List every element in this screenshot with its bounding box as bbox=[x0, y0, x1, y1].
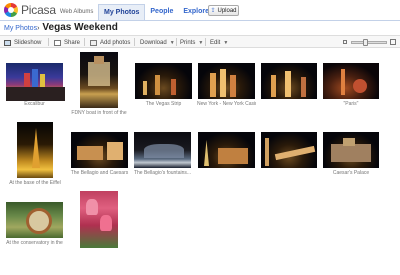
app-header: Picasa Web Albums My Photos People Explo… bbox=[0, 0, 400, 20]
caret-down-icon: ▼ bbox=[198, 39, 204, 46]
toolbar-divider bbox=[176, 38, 177, 46]
photo-image bbox=[5, 201, 64, 239]
photo-image bbox=[16, 121, 54, 179]
photo-image bbox=[322, 131, 380, 169]
photo-thumbnail[interactable]: The Bellagio and Caesars bbox=[70, 131, 129, 176]
album-title: Vegas Weekend bbox=[42, 22, 118, 33]
upload-icon: ⇪ bbox=[210, 8, 216, 14]
add-photos-button[interactable]: Add photos bbox=[90, 38, 130, 47]
breadcrumb-my-photos[interactable]: My Photos bbox=[4, 25, 37, 32]
photo-image bbox=[5, 62, 65, 101]
tab-people[interactable]: People bbox=[145, 4, 178, 20]
photo-image bbox=[133, 131, 192, 169]
logo-text: Picasa bbox=[21, 3, 56, 17]
prints-label: Prints bbox=[180, 39, 196, 46]
toolbar-divider bbox=[134, 38, 135, 46]
slideshow-icon bbox=[4, 39, 11, 46]
large-thumbnail-icon[interactable] bbox=[390, 39, 396, 45]
photo-image bbox=[70, 131, 129, 169]
edit-menu[interactable]: Edit ▼ bbox=[210, 38, 228, 47]
photo-thumbnail[interactable] bbox=[197, 131, 256, 169]
add-photos-icon bbox=[90, 39, 97, 46]
photo-image bbox=[260, 131, 318, 169]
share-label: Share bbox=[64, 39, 81, 46]
logo-subtitle: Web Albums bbox=[59, 8, 94, 15]
toolbar-divider bbox=[205, 38, 206, 46]
photo-caption: The Bellagio and Caesars bbox=[70, 170, 129, 176]
download-menu[interactable]: Download ▼ bbox=[140, 38, 175, 47]
photo-image bbox=[197, 131, 256, 169]
photo-caption: FDNY boat in front of the bbox=[71, 110, 127, 116]
album-toolbar: Slideshow Share Add photos Download ▼ Pr… bbox=[0, 35, 400, 48]
header-divider bbox=[0, 20, 400, 21]
photo-caption: "Paris" bbox=[343, 101, 359, 107]
toolbar-divider bbox=[48, 38, 49, 46]
photo-image bbox=[79, 51, 119, 109]
photo-image bbox=[79, 190, 119, 249]
upload-button[interactable]: ⇪ Upload bbox=[208, 5, 239, 16]
breadcrumb-separator: › bbox=[37, 25, 40, 32]
slideshow-button[interactable]: Slideshow bbox=[4, 38, 41, 47]
caret-down-icon: ▼ bbox=[223, 39, 229, 46]
add-photos-label: Add photos bbox=[100, 39, 131, 46]
toolbar-divider bbox=[84, 38, 85, 46]
photo-thumbnail[interactable] bbox=[260, 131, 318, 169]
thumbnail-size-slider[interactable] bbox=[351, 41, 387, 44]
photo-thumbnail[interactable] bbox=[79, 190, 119, 249]
photo-thumbnail[interactable]: FDNY boat in front of the bbox=[71, 51, 127, 116]
photo-caption: At the base of the Eiffel bbox=[9, 180, 61, 186]
upload-label: Upload bbox=[217, 7, 237, 14]
photo-image bbox=[134, 62, 193, 100]
prints-menu[interactable]: Prints ▼ bbox=[180, 38, 203, 47]
small-thumbnail-icon[interactable] bbox=[343, 40, 347, 44]
share-icon bbox=[54, 39, 61, 46]
picasa-logo-icon bbox=[4, 3, 18, 17]
photo-thumbnail[interactable] bbox=[260, 62, 318, 100]
photo-thumbnail[interactable]: At the conservatory in the bbox=[5, 201, 64, 246]
share-button[interactable]: Share bbox=[54, 38, 80, 47]
photo-image bbox=[197, 62, 256, 100]
photo-image bbox=[260, 62, 318, 100]
photo-thumbnail[interactable]: The Bellagio's fountains... bbox=[133, 131, 192, 176]
picasa-logo[interactable]: Picasa Web Albums bbox=[4, 2, 93, 18]
photo-image bbox=[322, 62, 380, 100]
nav-tabs: My Photos People Explore bbox=[98, 4, 214, 20]
photo-thumbnail[interactable]: The Vegas Strip bbox=[134, 62, 193, 107]
photo-caption: The Vegas Strip bbox=[145, 101, 182, 107]
photo-caption: At the conservatory in the bbox=[6, 240, 63, 246]
photo-caption: Excalibur bbox=[24, 101, 45, 107]
slideshow-label: Slideshow bbox=[14, 39, 42, 46]
photo-thumbnail[interactable]: At the base of the Eiffel bbox=[9, 121, 61, 186]
photo-caption: Caesar's Palace bbox=[332, 170, 370, 176]
photo-thumbnail[interactable]: New York - New York Casino bbox=[197, 62, 256, 107]
slider-handle[interactable] bbox=[362, 39, 368, 46]
photo-caption: New York - New York Casino bbox=[197, 101, 256, 107]
tab-my-photos[interactable]: My Photos bbox=[98, 4, 146, 20]
breadcrumb: My Photos › Vegas Weekend bbox=[4, 22, 118, 34]
photo-thumbnail[interactable]: Caesar's Palace bbox=[322, 131, 380, 176]
photo-caption: The Bellagio's fountains... bbox=[133, 170, 192, 176]
download-label: Download bbox=[140, 39, 167, 46]
edit-label: Edit bbox=[210, 39, 221, 46]
caret-down-icon: ▼ bbox=[169, 39, 175, 46]
photo-thumbnail[interactable]: Excalibur bbox=[5, 62, 65, 107]
photo-thumbnail[interactable]: "Paris" bbox=[322, 62, 380, 107]
